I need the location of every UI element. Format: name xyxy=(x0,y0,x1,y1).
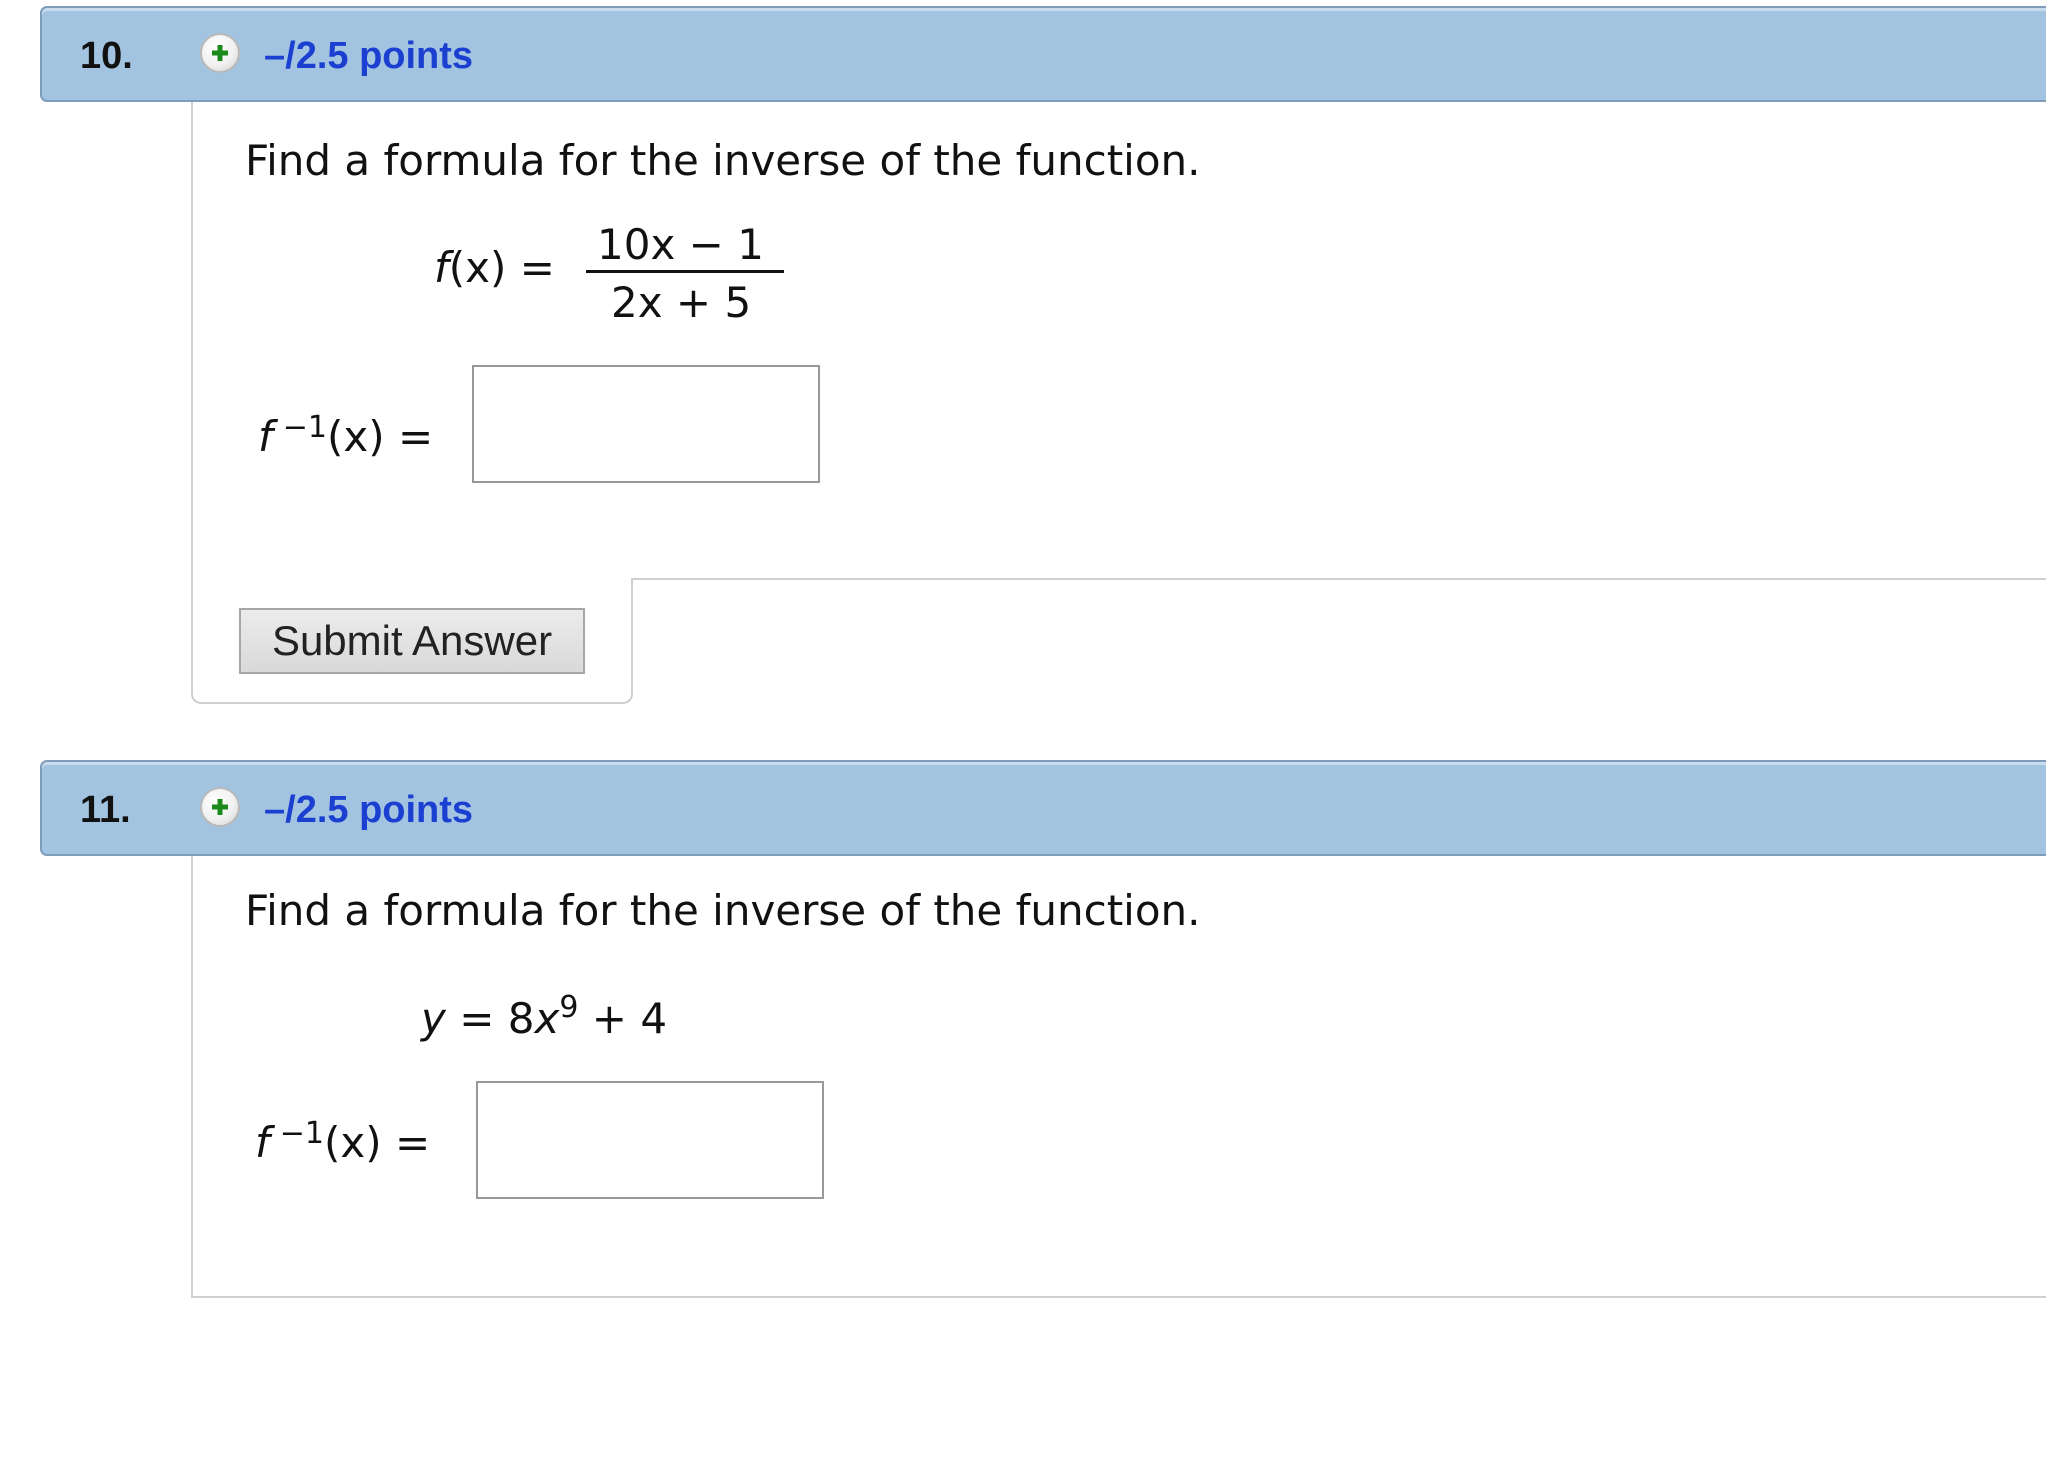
question-10-body: Find a formula for the inverse of the fu… xyxy=(191,102,2046,580)
submit-divider xyxy=(631,578,2046,580)
submit-answer-button[interactable]: Submit Answer xyxy=(239,608,585,674)
answer-label: f −1(x) = xyxy=(255,1116,430,1167)
function-x: x xyxy=(534,994,560,1043)
expand-question-button[interactable] xyxy=(200,787,240,827)
answer-label-rest: (x) = xyxy=(324,1118,431,1167)
points-link[interactable]: –/2.5 points xyxy=(264,789,473,832)
question-11-header: 11. –/2.5 points xyxy=(40,760,2046,856)
fraction-bar xyxy=(586,270,784,273)
points-link[interactable]: –/2.5 points xyxy=(264,35,473,78)
webassign-page: 10. –/2.5 points Find a formula for the … xyxy=(0,0,2046,1463)
answer-label-exponent: −1 xyxy=(282,410,328,445)
question-11-body: Find a formula for the inverse of the fu… xyxy=(191,856,2046,1298)
answer-label-rest: (x) = xyxy=(327,412,434,461)
fraction-denominator: 2x + 5 xyxy=(611,278,752,327)
fraction-numerator: 10x − 1 xyxy=(597,220,764,269)
answer-label: f −1(x) = xyxy=(258,410,433,461)
function-tail: + 4 xyxy=(578,994,668,1043)
answer-label-f: f xyxy=(255,1118,270,1167)
plus-circle-icon xyxy=(212,45,228,61)
function-argument: (x) = xyxy=(448,243,555,292)
question-number: 10. xyxy=(80,35,133,77)
function-expression: y = 8x9 + 4 xyxy=(421,990,667,1043)
expand-question-button[interactable] xyxy=(200,33,240,73)
function-name: f xyxy=(434,243,449,292)
function-eq: = 8 xyxy=(445,994,535,1043)
question-prompt: Find a formula for the inverse of the fu… xyxy=(245,136,1201,185)
function-exponent: 9 xyxy=(559,990,579,1025)
question-prompt: Find a formula for the inverse of the fu… xyxy=(245,886,1201,935)
plus-circle-icon xyxy=(212,799,228,815)
function-lhs: f(x) = xyxy=(434,243,555,292)
answer-label-f: f xyxy=(258,412,273,461)
function-y: y xyxy=(421,994,446,1043)
question-number: 11. xyxy=(80,789,131,831)
question-10-header: 10. –/2.5 points xyxy=(40,6,2046,102)
answer-input[interactable] xyxy=(472,365,820,483)
answer-label-exponent: −1 xyxy=(279,1116,325,1151)
answer-input[interactable] xyxy=(476,1081,824,1199)
